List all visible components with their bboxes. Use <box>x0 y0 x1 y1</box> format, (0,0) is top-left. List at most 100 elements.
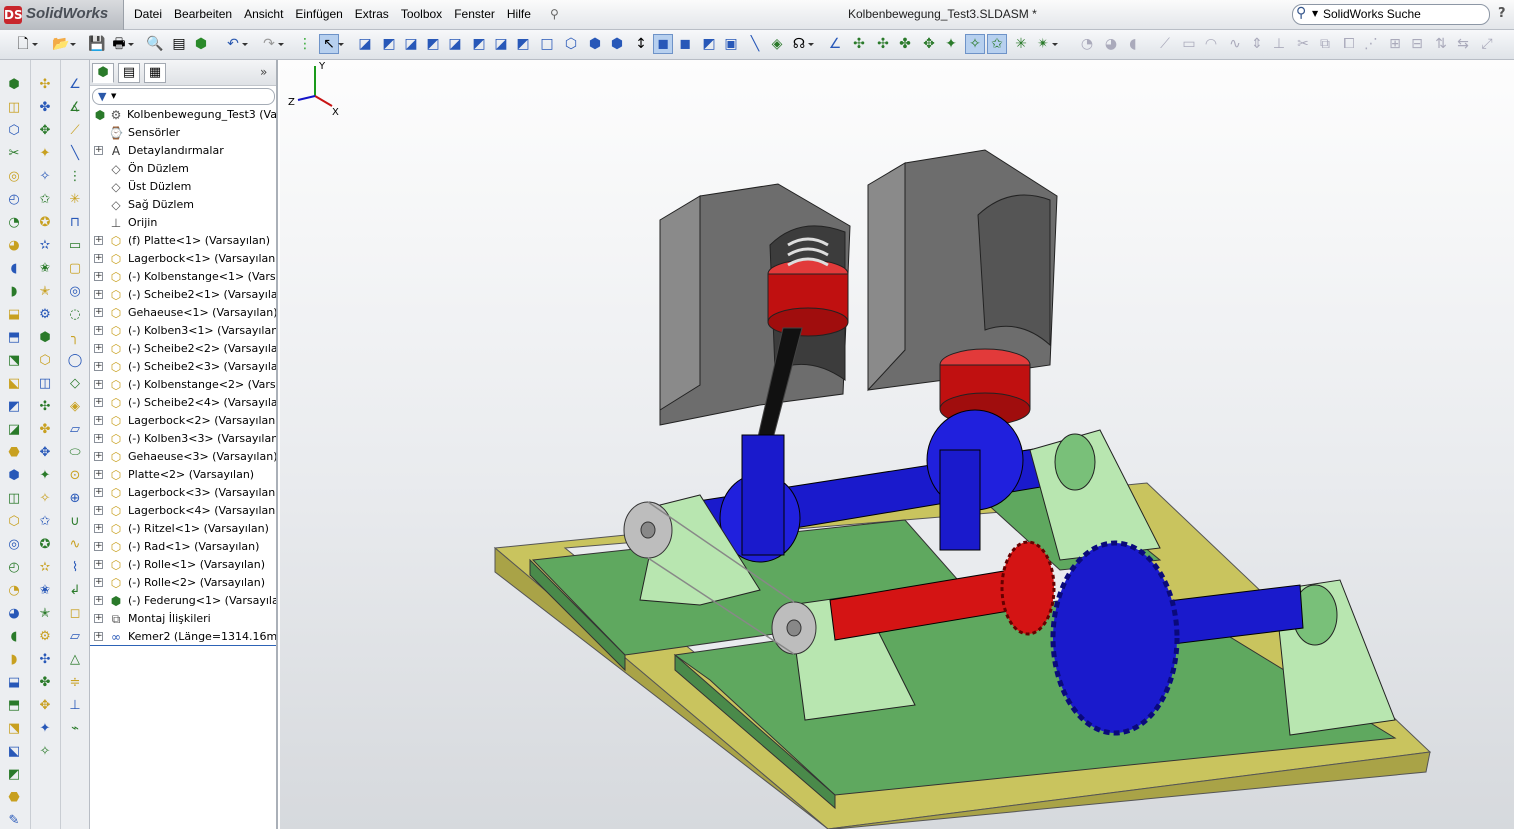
tool-icon[interactable]: ✬ <box>36 582 54 600</box>
tool-icon[interactable]: ✭ <box>36 283 54 301</box>
tool-icon[interactable]: ◖ <box>5 628 23 646</box>
tool-icon[interactable]: ◴ <box>5 559 23 577</box>
expand-icon[interactable]: + <box>94 632 103 641</box>
search-icon[interactable]: ⚲ <box>1296 5 1306 21</box>
view-trimetric-button[interactable]: ◩ <box>514 35 532 53</box>
tool-icon[interactable]: ◕ <box>5 237 23 255</box>
tool-icon[interactable]: ⋮ <box>66 168 84 186</box>
tool-icon[interactable]: ⬢ <box>36 329 54 347</box>
tool-icon[interactable]: ⊙ <box>66 467 84 485</box>
tree-item[interactable]: + ⬡ (-) Rad<1> (Varsayılan) <box>90 538 276 556</box>
explode-button[interactable]: ✦ <box>942 35 960 53</box>
view-right-button[interactable]: ◩ <box>424 35 442 53</box>
tree-filter[interactable]: ▼ ▼ <box>92 88 275 105</box>
tool-icon[interactable]: ╲ <box>66 145 84 163</box>
disabled-tool-4[interactable]: ⟋ <box>1156 35 1174 53</box>
expand-icon[interactable]: + <box>94 542 103 551</box>
tree-item[interactable]: + ⬡ Platte<2> (Varsayılan) <box>90 466 276 484</box>
disabled-tool-2[interactable]: ◕ <box>1102 35 1120 53</box>
tree-item[interactable]: + ⧉ Montaj İlişkileri <box>90 610 276 628</box>
tool-icon[interactable]: ∿ <box>66 536 84 554</box>
tool-icon[interactable]: ◯ <box>66 352 84 370</box>
tool-icon[interactable]: ▭ <box>66 237 84 255</box>
menu-einfuegen[interactable]: Einfügen <box>295 7 342 21</box>
tool-icon[interactable]: ∠ <box>66 76 84 94</box>
disabled-tool-9[interactable]: ⊥ <box>1270 35 1288 53</box>
traffic-light-button[interactable]: ⋮ <box>296 35 314 53</box>
sketch-button[interactable]: ∠ <box>826 35 844 53</box>
graphics-viewport[interactable]: Y X Z <box>280 60 1514 829</box>
tool-icon[interactable]: ⬣ <box>5 789 23 807</box>
tab-feature-manager[interactable]: ⬢ <box>92 63 114 83</box>
tool-icon[interactable]: ✧ <box>36 743 54 761</box>
tool-icon[interactable]: ∡ <box>66 99 84 117</box>
tool-icon[interactable]: ⬓ <box>5 306 23 324</box>
tool-icon[interactable]: ⌇ <box>66 559 84 577</box>
tree-item[interactable]: ◇ Ön Düzlem <box>90 160 276 178</box>
expand-icon[interactable]: + <box>94 470 103 479</box>
tool-icon[interactable]: ✥ <box>36 444 54 462</box>
tool-icon[interactable]: ✤ <box>36 674 54 692</box>
tool-icon[interactable]: ⚙ <box>36 306 54 324</box>
print-button[interactable]: 🖶 <box>110 35 134 53</box>
tree-item[interactable]: + ⬡ (-) Scheibe2<3> (Varsayılan) <box>90 358 276 376</box>
disabled-tool-11[interactable]: ⧉ <box>1316 35 1334 53</box>
expand-icon[interactable]: + <box>94 488 103 497</box>
tree-item[interactable]: + ⬢ (-) Federung<1> (Varsayılan) <box>90 592 276 610</box>
tool-icon[interactable]: ◎ <box>5 536 23 554</box>
tool-icon[interactable]: ✧ <box>36 490 54 508</box>
pin-menu-icon[interactable]: ⚲ <box>550 7 559 21</box>
tool-icon[interactable]: ✦ <box>36 467 54 485</box>
tool-icon[interactable]: ⬢ <box>5 76 23 94</box>
chevron-down-icon[interactable]: ▼ <box>1312 9 1318 18</box>
tool-icon[interactable]: ✣ <box>36 651 54 669</box>
tree-item[interactable]: ⊥ Orijin <box>90 214 276 232</box>
tool-icon[interactable]: ◗ <box>5 651 23 669</box>
tool-icon[interactable]: ⬓ <box>5 674 23 692</box>
tree-item[interactable]: + ⬡ Gehaeuse<1> (Varsayılan) <box>90 304 276 322</box>
tree-item[interactable]: ⌚ Sensörler <box>90 124 276 142</box>
tree-item[interactable]: + ⬡ Lagerbock<3> (Varsayılan) <box>90 484 276 502</box>
tool-icon[interactable]: ✥ <box>36 697 54 715</box>
search-box[interactable]: ⚲ ▼ <box>1292 4 1490 25</box>
tool-icon[interactable]: ✭ <box>36 605 54 623</box>
tool-icon[interactable]: ◎ <box>5 168 23 186</box>
view-back-button[interactable]: ◩ <box>380 35 398 53</box>
tool-icon[interactable]: ◖ <box>5 260 23 278</box>
rotate-button[interactable]: ↕ <box>632 35 650 53</box>
expand-icon[interactable]: + <box>94 398 103 407</box>
expand-icon[interactable]: + <box>94 290 103 299</box>
tool-icon[interactable]: ∪ <box>66 513 84 531</box>
tool-icon[interactable]: ▱ <box>66 628 84 646</box>
new-document-button[interactable]: 🗋 <box>14 35 38 53</box>
shaded-edges-button[interactable]: ◼ <box>653 34 673 54</box>
tool-icon[interactable]: ✦ <box>36 145 54 163</box>
select-button[interactable]: ↖ <box>319 34 344 54</box>
tool-icon[interactable]: ✤ <box>36 421 54 439</box>
hide-show-button[interactable]: ✴ <box>1034 35 1058 53</box>
tool-icon[interactable]: ╮ <box>66 329 84 347</box>
disabled-tool-10[interactable]: ✂ <box>1294 35 1312 53</box>
tool-icon[interactable]: ✥ <box>36 122 54 140</box>
menu-bearbeiten[interactable]: Bearbeiten <box>174 7 232 21</box>
tool-icon[interactable]: ⬡ <box>36 352 54 370</box>
smart-fasteners-button[interactable]: ✥ <box>920 35 938 53</box>
tree-item[interactable]: + ⬡ (-) Kolben3<1> (Varsayılan) <box>90 322 276 340</box>
menu-toolbox[interactable]: Toolbox <box>401 7 442 21</box>
tree-item[interactable]: + ⬡ Gehaeuse<3> (Varsayılan) <box>90 448 276 466</box>
disabled-tool-3[interactable]: ◖ <box>1124 35 1142 53</box>
tool-icon[interactable]: ✪ <box>36 536 54 554</box>
menu-extras[interactable]: Extras <box>355 7 389 21</box>
tool-icon[interactable]: ✣ <box>36 76 54 94</box>
disabled-tool-14[interactable]: ⊞ <box>1386 35 1404 53</box>
expand-icon[interactable]: + <box>94 236 103 245</box>
tool-icon[interactable]: ⌁ <box>66 720 84 738</box>
disabled-tool-5[interactable]: ▭ <box>1180 35 1198 53</box>
tool-icon[interactable]: ⬔ <box>5 352 23 370</box>
search-input[interactable] <box>1323 7 1483 21</box>
dynamic-clearance-button[interactable]: ✧ <box>965 34 985 54</box>
tool-icon[interactable]: ✩ <box>36 191 54 209</box>
tree-item[interactable]: + ⬡ (-) Kolben3<3> (Varsayılan) <box>90 430 276 448</box>
menu-ansicht[interactable]: Ansicht <box>244 7 283 21</box>
menu-hilfe[interactable]: Hilfe <box>507 7 531 21</box>
